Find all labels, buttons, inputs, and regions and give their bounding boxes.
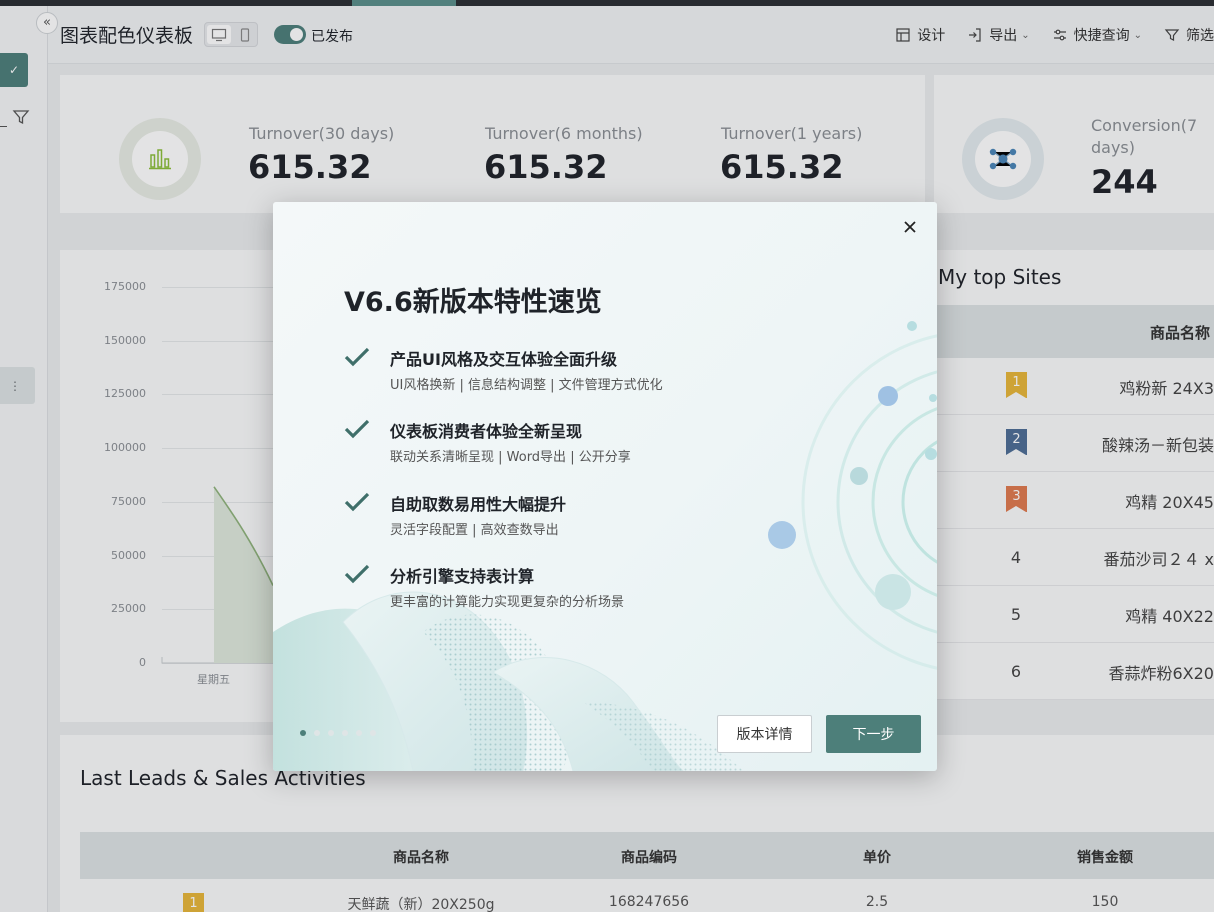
feature-title: 产品UI风格及交互体验全面升级 xyxy=(390,350,617,369)
check-icon xyxy=(344,419,370,439)
feature-subtitle: 灵活字段配置 | 高效查数导出 xyxy=(390,523,559,538)
close-icon[interactable] xyxy=(897,214,923,240)
feature-subtitle: 更丰富的计算能力实现更复杂的分析场景 xyxy=(390,595,625,610)
page-dot[interactable] xyxy=(314,730,320,736)
release-notes-modal: V6.6新版本特性速览 产品UI风格及交互体验全面升级 UI风格换新 | 信息结… xyxy=(273,202,937,771)
page-dot[interactable] xyxy=(328,730,334,736)
version-details-button[interactable]: 版本详情 xyxy=(717,715,812,753)
page-dot[interactable] xyxy=(370,730,376,736)
pagination-dots xyxy=(300,730,384,736)
page-dot[interactable] xyxy=(356,730,362,736)
feature-subtitle: UI风格换新 | 信息结构调整 | 文件管理方式优化 xyxy=(390,378,663,393)
modal-title: V6.6新版本特性速览 xyxy=(344,287,602,318)
feature-title: 分析引擎支持表计算 xyxy=(390,567,535,586)
check-icon xyxy=(344,564,370,584)
check-icon xyxy=(344,347,370,367)
feature-title: 自助取数易用性大幅提升 xyxy=(390,495,567,514)
check-icon xyxy=(344,492,370,512)
page-dot[interactable] xyxy=(300,730,306,736)
page-dot[interactable] xyxy=(342,730,348,736)
feature-title: 仪表板消费者体验全新呈现 xyxy=(390,422,583,441)
feature-subtitle: 联动关系清晰呈现 | Word导出 | 公开分享 xyxy=(390,450,631,465)
next-step-button[interactable]: 下一步 xyxy=(826,715,921,753)
